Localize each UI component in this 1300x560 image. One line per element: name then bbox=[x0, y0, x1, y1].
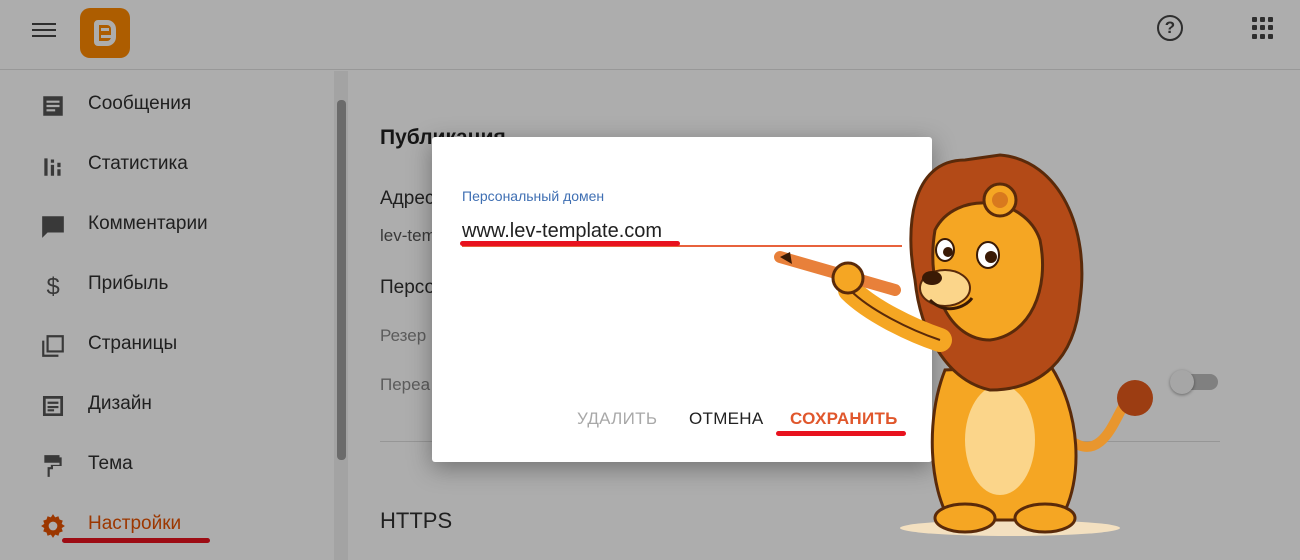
lion-mascot-illustration bbox=[774, 153, 1153, 536]
delete-button[interactable]: УДАЛИТЬ bbox=[577, 409, 657, 429]
cancel-button[interactable]: ОТМЕНА bbox=[689, 409, 764, 429]
domain-highlight-underline bbox=[460, 241, 680, 246]
field-label: Персональный домен bbox=[462, 188, 605, 204]
